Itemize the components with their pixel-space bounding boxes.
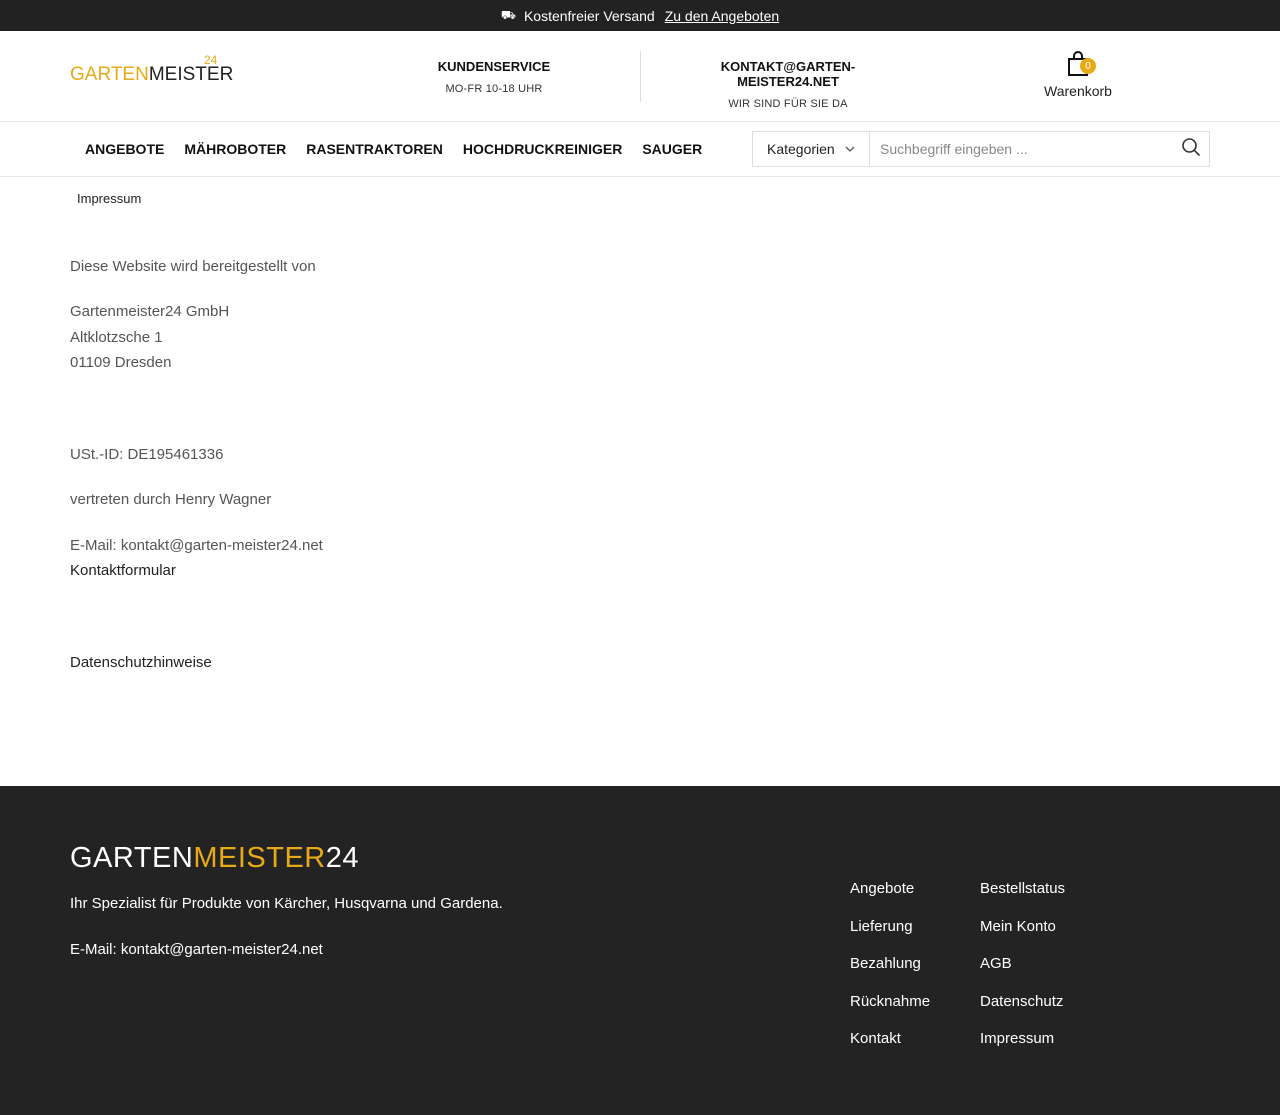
chevron-down-icon <box>845 144 855 155</box>
cart-count-badge: 0 <box>1080 58 1096 74</box>
footer-link-agb[interactable]: AGB <box>980 955 1065 993</box>
footer-logo: GARTENMEISTER24 <box>70 842 359 874</box>
footer-link-kontakt[interactable]: Kontakt <box>850 1030 930 1068</box>
footer-link-angebote[interactable]: Angebote <box>850 880 930 918</box>
site-header: GARTENMEISTER 24 KUNDENSERVICE MO-FR 10-1… <box>0 31 1280 122</box>
vat-id: USt.-ID: DE195461336 <box>70 446 224 463</box>
footer-link-bezahlung[interactable]: Bezahlung <box>850 955 930 993</box>
nav-item-rasentraktoren[interactable]: RASENTRAKTOREN <box>306 141 443 157</box>
main-navigation: ANGEBOTE MÄHROBOTER RASENTRAKTOREN HOCHD… <box>0 122 1280 177</box>
footer-tagline: Ihr Spezialist für Produkte von Kärcher,… <box>70 895 503 912</box>
contact-subtitle: WIR SIND FÜR SIE DA <box>728 98 848 110</box>
footer-links-column-2: Bestellstatus Mein Konto AGB Datenschutz… <box>980 880 1065 1068</box>
top-announcement-bar: ⛟ Kostenfreier Versand Zu den Angeboten <box>0 0 1280 31</box>
contact-email[interactable]: KONTAKT@GARTEN-MEISTER24.NET <box>680 59 896 89</box>
contact-form-link[interactable]: Kontaktformular <box>70 558 176 584</box>
shipping-text: Kostenfreier Versand <box>523 7 655 24</box>
company-name: Gartenmeister24 GmbH <box>70 303 230 320</box>
footer-link-impressum[interactable]: Impressum <box>980 1030 1065 1068</box>
site-footer: GARTENMEISTER24 Ihr Spezialist für Produ… <box>0 786 1280 1115</box>
footer-links-column-1: Angebote Lieferung Bezahlung Rücknahme K… <box>850 880 930 1068</box>
footer-email[interactable]: E-Mail: kontakt@garten-meister24.net <box>70 941 323 958</box>
represented-by: vertreten durch Henry Wagner <box>70 491 272 508</box>
customer-service-hours: MO-FR 10-18 UHR <box>445 83 543 95</box>
nav-item-hochdruckreiniger[interactable]: HOCHDRUCKREINIGER <box>463 141 622 157</box>
nav-item-sauger[interactable]: SAUGER <box>642 141 702 157</box>
footer-link-lieferung[interactable]: Lieferung <box>850 918 930 956</box>
footer-link-bestellstatus[interactable]: Bestellstatus <box>980 880 1065 918</box>
header-divider <box>640 51 641 102</box>
company-street: Altklotzsche 1 <box>70 329 163 346</box>
customer-service-info: KUNDENSERVICE MO-FR 10-18 UHR <box>420 59 568 95</box>
search-icon <box>1181 137 1201 162</box>
privacy-notice-link[interactable]: Datenschutzhinweise <box>70 650 212 676</box>
cart-button[interactable]: Warenkorb <box>1040 51 1116 99</box>
footer-link-ruecknahme[interactable]: Rücknahme <box>850 993 930 1031</box>
search-button[interactable] <box>1173 132 1209 166</box>
company-city: 01109 Dresden <box>70 354 172 371</box>
contact-info: KONTAKT@GARTEN-MEISTER24.NET WIR SIND FÜ… <box>680 59 896 110</box>
category-select[interactable]: Kategorien <box>753 132 870 166</box>
imprint-email: E-Mail: kontakt@garten-meister24.net <box>70 537 323 554</box>
footer-link-datenschutz[interactable]: Datenschutz <box>980 993 1065 1031</box>
site-logo[interactable]: GARTENMEISTER 24 <box>70 53 233 86</box>
breadcrumb[interactable]: Impressum <box>77 191 141 206</box>
offers-link[interactable]: Zu den Angeboten <box>665 8 779 24</box>
customer-service-title: KUNDENSERVICE <box>437 59 551 74</box>
search-bar: Kategorien <box>752 131 1210 167</box>
nav-item-angebote[interactable]: ANGEBOTE <box>85 141 164 157</box>
truck-icon: ⛟ <box>500 7 516 22</box>
cart-label: Warenkorb <box>1044 83 1112 99</box>
imprint-intro: Diese Website wird bereitgestellt von <box>70 258 316 275</box>
footer-link-mein-konto[interactable]: Mein Konto <box>980 918 1065 956</box>
nav-item-maehroboter[interactable]: MÄHROBOTER <box>184 141 286 157</box>
search-input[interactable] <box>870 132 1173 166</box>
